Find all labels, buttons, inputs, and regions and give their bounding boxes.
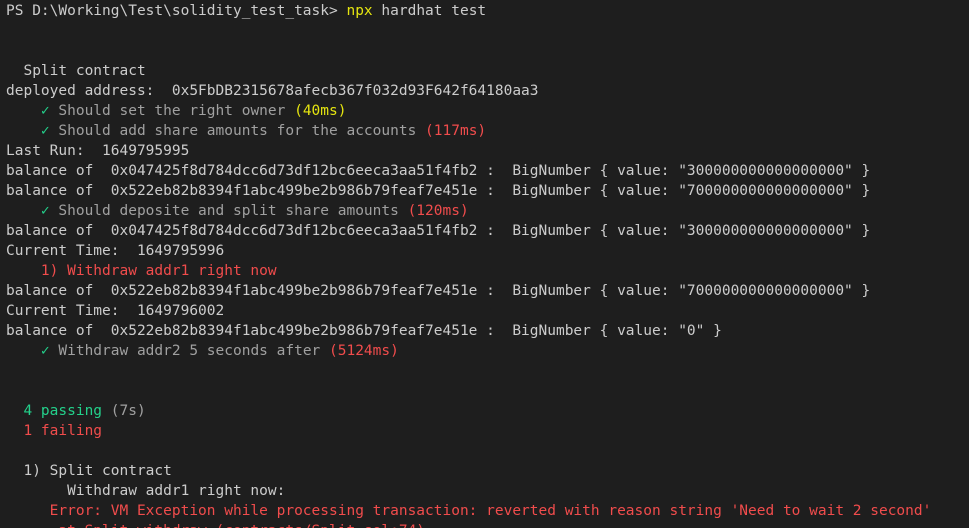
terminal-line: PS D:\Working\Test\solidity_test_task> n… — [6, 1, 486, 21]
terminal-text: balance of 0x522eb82b8394f1abc499be2b986… — [6, 323, 722, 339]
terminal-line: 1) Withdraw addr1 right now — [6, 261, 277, 281]
terminal-line: 4 passing (7s) — [6, 401, 146, 421]
terminal-text: at Split.withdraw (contracts/Split.sol:7… — [6, 523, 425, 528]
terminal-text: Current Time: 1649795996 — [6, 243, 225, 259]
terminal-text: balance of 0x522eb82b8394f1abc499be2b986… — [6, 183, 871, 199]
terminal-line: Withdraw addr1 right now: — [6, 481, 285, 501]
terminal-text: (7s) — [102, 403, 146, 419]
terminal-line: ✓ Should set the right owner (40ms) — [6, 101, 347, 121]
terminal-text: Should deposite and split share amounts — [49, 203, 408, 219]
terminal-text: balance of 0x047425f8d784dcc6d73df12bc6e… — [6, 223, 871, 239]
terminal-text: 1) Split contract — [6, 463, 172, 479]
terminal-line: balance of 0x047425f8d784dcc6d73df12bc6e… — [6, 161, 870, 181]
terminal-text: npx — [346, 3, 373, 19]
terminal-line: at Split.withdraw (contracts/Split.sol:7… — [6, 521, 425, 528]
terminal-text: balance of 0x047425f8d784dcc6d73df12bc6e… — [6, 163, 871, 179]
terminal-text: Current Time: 1649796002 — [6, 303, 225, 319]
terminal-text: Last Run: 1649795995 — [6, 143, 190, 159]
terminal-line: Current Time: 1649796002 — [6, 301, 224, 321]
terminal-text: Split contract — [6, 63, 146, 79]
terminal-line: Split contract — [6, 61, 146, 81]
terminal-line: balance of 0x522eb82b8394f1abc499be2b986… — [6, 321, 722, 341]
terminal-line: ✓ Withdraw addr2 5 seconds after (5124ms… — [6, 341, 399, 361]
checkmark-icon: ✓ — [40, 123, 50, 139]
terminal-text: Withdraw addr2 5 seconds after — [49, 343, 330, 359]
terminal-text: PS D:\Working\Test\solidity_test_task> — [6, 3, 347, 19]
terminal-text: hardhat test — [372, 3, 487, 19]
terminal-line: deployed address: 0x5FbDB2315678afecb367… — [6, 81, 539, 101]
checkmark-icon: ✓ — [40, 103, 50, 119]
terminal-line: balance of 0x522eb82b8394f1abc499be2b986… — [6, 181, 870, 201]
terminal-text: (117ms) — [425, 123, 487, 139]
terminal-line: 1) Split contract — [6, 461, 172, 481]
terminal-line: 1 failing — [6, 421, 102, 441]
terminal-text: balance of 0x522eb82b8394f1abc499be2b986… — [6, 283, 871, 299]
terminal-text: (120ms) — [407, 203, 469, 219]
terminal-line: balance of 0x522eb82b8394f1abc499be2b986… — [6, 281, 870, 301]
terminal-line: ✓ Should add share amounts for the accou… — [6, 121, 486, 141]
terminal-text: Error: VM Exception while processing tra… — [6, 503, 932, 519]
terminal-text: (5124ms) — [329, 343, 399, 359]
terminal-text: (40ms) — [294, 103, 347, 119]
terminal-line: ✓ Should deposite and split share amount… — [6, 201, 469, 221]
terminal-text: Withdraw addr1 right now: — [6, 483, 286, 499]
terminal-text: deployed address: 0x5FbDB2315678afecb367… — [6, 83, 539, 99]
terminal-text: 1) Withdraw addr1 right now — [6, 263, 277, 279]
terminal-text: Should set the right owner — [49, 103, 295, 119]
checkmark-icon: ✓ — [40, 343, 50, 359]
terminal-line: Current Time: 1649795996 — [6, 241, 224, 261]
terminal-line: Last Run: 1649795995 — [6, 141, 189, 161]
terminal-text: Should add share amounts for the account… — [49, 123, 426, 139]
checkmark-icon: ✓ — [40, 203, 50, 219]
terminal-window[interactable]: PS D:\Working\Test\solidity_test_task> n… — [0, 0, 969, 528]
terminal-line: Error: VM Exception while processing tra… — [6, 501, 932, 521]
terminal-line: balance of 0x047425f8d784dcc6d73df12bc6e… — [6, 221, 870, 241]
terminal-text: 4 passing — [6, 403, 103, 419]
terminal-text: 1 failing — [6, 423, 103, 439]
